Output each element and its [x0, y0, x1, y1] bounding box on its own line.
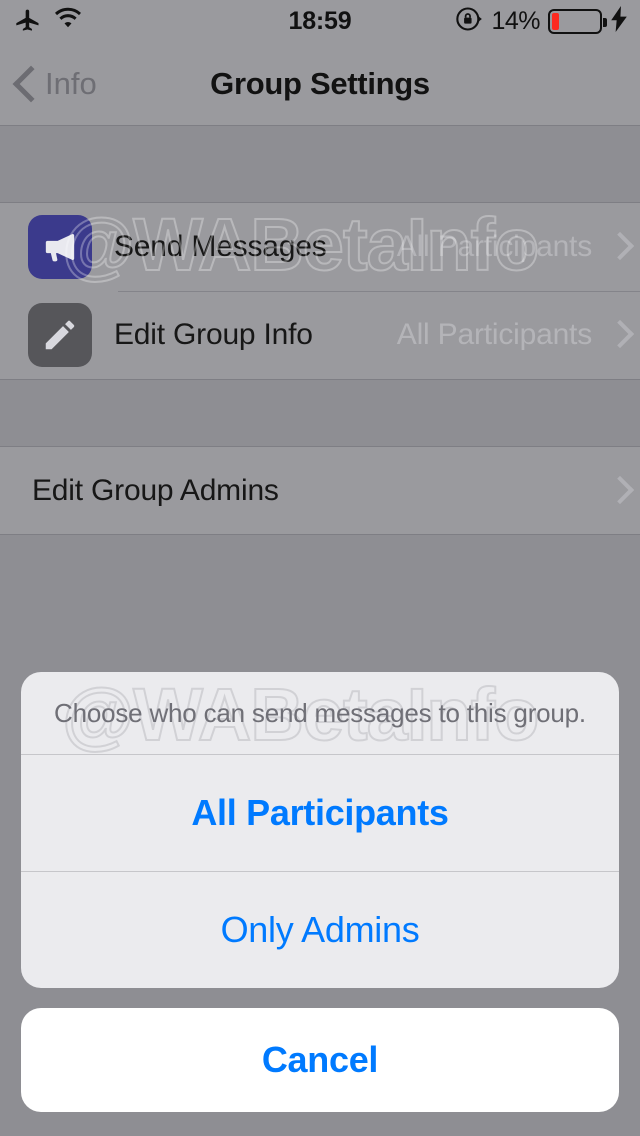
- row-label: Edit Group Info: [114, 318, 313, 352]
- permissions-section: Send Messages All Participants Edit Grou…: [0, 202, 640, 380]
- cancel-button-label: Cancel: [262, 1039, 378, 1081]
- status-bar-right: 14%: [455, 0, 628, 42]
- row-label: Send Messages: [114, 230, 327, 264]
- cancel-button[interactable]: Cancel: [21, 1008, 619, 1112]
- section-gap-middle: [0, 380, 640, 446]
- megaphone-icon: [28, 215, 92, 279]
- row-separator: [118, 291, 640, 292]
- phone-screen: 18:59 14%: [0, 0, 640, 1136]
- chevron-right-icon: [606, 291, 640, 379]
- navigation-bar: Info Group Settings: [0, 42, 640, 126]
- lightning-bolt-icon: [610, 6, 628, 37]
- action-sheet: Choose who can send messages to this gro…: [21, 672, 619, 988]
- rotation-lock-icon: [455, 5, 483, 38]
- action-only-admins-button[interactable]: Only Admins: [21, 872, 619, 988]
- battery-icon: [548, 9, 602, 34]
- battery-fill: [552, 13, 559, 30]
- admins-section: Edit Group Admins: [0, 446, 640, 535]
- row-label: Edit Group Admins: [32, 474, 279, 508]
- chevron-right-icon: [606, 203, 640, 291]
- action-sheet-title: Choose who can send messages to this gro…: [21, 672, 619, 754]
- status-bar: 18:59 14%: [0, 0, 640, 42]
- pencil-icon: [28, 303, 92, 367]
- action-all-participants-button[interactable]: All Participants: [21, 755, 619, 871]
- chevron-right-icon: [606, 447, 640, 535]
- action-sheet-group: Choose who can send messages to this gro…: [21, 672, 619, 988]
- row-edit-group-admins[interactable]: Edit Group Admins: [0, 447, 640, 535]
- row-detail-value: All Participants: [397, 230, 592, 264]
- row-detail-value: All Participants: [397, 318, 592, 352]
- section-gap-top: [0, 127, 640, 202]
- row-send-messages[interactable]: Send Messages All Participants: [0, 203, 640, 291]
- battery-percent-label: 14%: [491, 7, 540, 36]
- row-edit-group-info[interactable]: Edit Group Info All Participants: [0, 291, 640, 379]
- page-title: Group Settings: [0, 42, 640, 126]
